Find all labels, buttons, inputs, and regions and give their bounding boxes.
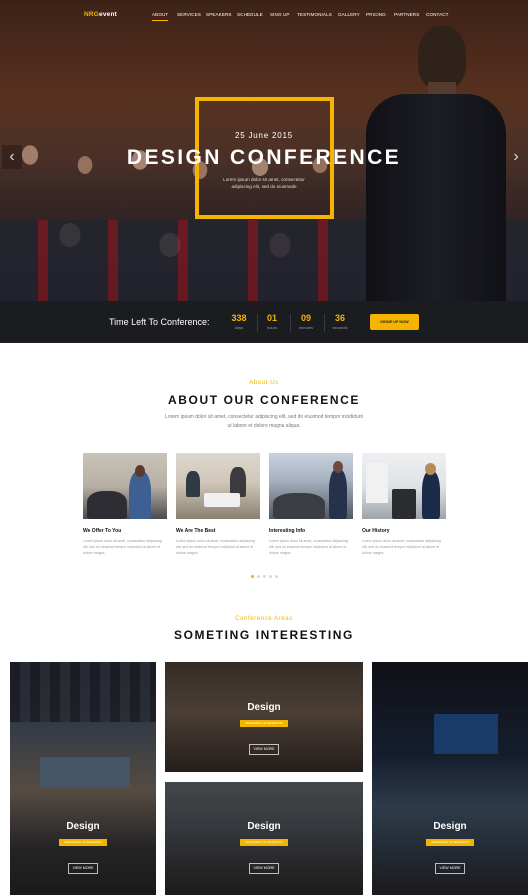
countdown-divider [324,314,325,332]
pagination-dot[interactable] [275,575,278,578]
logo-main: NRG [84,11,100,18]
logo-suffix: event [99,11,118,18]
nav-item-services[interactable]: SERVICES [177,12,201,17]
countdown-seconds-label: seconds [332,325,348,330]
pagination-dot[interactable] [257,575,260,578]
countdown-seconds-value: 36 [334,313,345,323]
logo[interactable]: NRGevent [84,11,117,18]
tile-title: Design [247,821,281,832]
card-title: Interesting Info [269,528,306,534]
pagination-dot[interactable] [269,575,272,578]
tile-badge: SPEAKERS: 34 SESSIONS [240,720,288,727]
nav-link-schedule[interactable]: SCHEDULE [237,12,263,17]
view-more-button[interactable]: VIEW MORE [68,863,98,874]
nav-link-testimonials[interactable]: TESTIMONIALS [297,12,332,17]
tile-shade [10,662,156,895]
nav-link-partners[interactable]: PARTNERS [394,12,419,17]
nav-link-contact[interactable]: CONTACT [426,12,449,17]
card-image [269,453,353,519]
nav-item-pricing[interactable]: PRICING [366,12,386,17]
hero-title: DESIGN CONFERENCE [126,146,402,169]
tile-shade [372,662,528,895]
nav-link-about[interactable]: ABOUT [152,12,168,17]
card-text: Lorem ipsum dolor sit amet, consectetur … [269,539,348,555]
card-text: Lorem ipsum dolor sit amet, consectetur … [176,539,255,555]
area-tile[interactable]: Design SPEAKERS: 34 SESSIONS VIEW MORE [165,662,363,772]
event-date: 25 June 2015 [234,131,294,140]
areas-title: SOMETING INTERESTING [173,628,354,642]
countdown-days: 338 days [225,313,253,330]
pagination-dot[interactable] [251,575,254,578]
pagination-dot[interactable] [263,575,266,578]
nav-link-signup[interactable]: SING UP [270,12,290,17]
countdown-minutes: 09 minutes [292,313,320,330]
tile-shade [165,662,363,772]
countdown-days-value: 338 [231,313,247,323]
card-title: Our History [362,528,390,534]
nav-item-speakers[interactable]: SPEAKERS [206,12,232,17]
nav-item-gallery[interactable]: GALLERY [338,12,360,17]
chevron-right-icon[interactable]: › [506,145,526,169]
countdown-hours-label: hours [266,325,277,330]
areas-eyebrow: Conference Areas [235,616,293,622]
view-more-button[interactable]: VIEW MORE [249,863,279,874]
nav-item-schedule[interactable]: SCHEDULE [237,12,263,17]
about-eyebrow: About Us [249,380,279,386]
tile-badge: SPEAKERS: 34 SESSIONS [59,839,107,846]
about-card[interactable]: We Are The Best Lorem ipsum dolor sit am… [176,453,260,556]
area-tile[interactable]: Design SPEAKERS: 34 SESSIONS VIEW MORE [372,662,528,895]
nav-link-speakers[interactable]: SPEAKERS [206,12,232,17]
chevron-left-icon[interactable]: ‹ [2,145,22,169]
countdown-minutes-value: 09 [300,313,311,323]
countdown-seconds: 36 seconds [326,313,354,330]
card-image [362,453,446,519]
nav-item-contact[interactable]: CONTACT [426,12,449,17]
nav-link-pricing[interactable]: PRICING [366,12,386,17]
view-more-button[interactable]: VIEW MORE [435,863,465,874]
card-title: We Are The Best [176,528,216,534]
countdown-hours: 01 hours [258,313,286,330]
card-title: We Offer To You [83,528,122,534]
top-nav: NRGevent ABOUT SERVICES SPEAKERS SCHEDUL… [0,0,528,32]
signup-now-button[interactable]: SIGNE UP NOW [370,314,419,330]
countdown-label: Time Left To Conference: [109,317,210,327]
tile-badge: SPEAKERS: 34 SESSIONS [426,839,474,846]
hero-section: NRGevent ABOUT SERVICES SPEAKERS SCHEDUL… [0,0,528,301]
area-tile[interactable]: Design SPEAKERS: 34 SESSIONS VIEW MORE [165,782,363,895]
card-text: Lorem ipsum dolor sit amet, consectetur … [362,539,441,555]
about-card[interactable]: Interesting Info Lorem ipsum dolor sit a… [269,453,353,556]
card-image [83,453,167,519]
tile-title: Design [66,821,100,832]
tile-title: Design [247,702,281,713]
about-card[interactable]: Our History Lorem ipsum dolor sit amet, … [362,453,446,556]
nav-link-services[interactable]: SERVICES [177,12,201,17]
about-title: ABOUT OUR CONFERENCE [167,393,360,407]
view-more-button[interactable]: VIEW MORE [249,744,279,755]
nav-item-about[interactable]: ABOUT [152,12,169,21]
about-text: Lorem ipsum dolor sit amet, consectetur … [165,414,363,429]
countdown-bar: Time Left To Conference: 338 days 01 hou… [0,301,528,343]
carousel-pagination [251,575,278,578]
area-tile[interactable]: Design SPEAKERS: 34 SESSIONS VIEW MORE [10,662,156,895]
countdown-days-label: days [234,325,244,330]
nav-link-gallery[interactable]: GALLERY [338,12,360,17]
hero-subtitle: Lorem ipsum dolor sit amet, consectetur … [223,177,305,189]
nav-item-testimonials[interactable]: TESTIMONIALS [297,12,332,17]
countdown-minutes-label: minutes [298,325,313,330]
about-card[interactable]: We Offer To You Lorem ipsum dolor sit am… [83,453,167,556]
card-image [176,453,260,519]
countdown-divider [290,314,291,332]
card-text: Lorem ipsum dolor sit amet, consectetur … [83,539,162,555]
nav-item-signup[interactable]: SING UP [270,12,290,17]
tile-badge: SPEAKERS: 34 SESSIONS [240,839,288,846]
nav-item-partners[interactable]: PARTNERS [394,12,419,17]
countdown-hours-value: 01 [266,313,277,323]
tile-title: Design [433,821,467,832]
